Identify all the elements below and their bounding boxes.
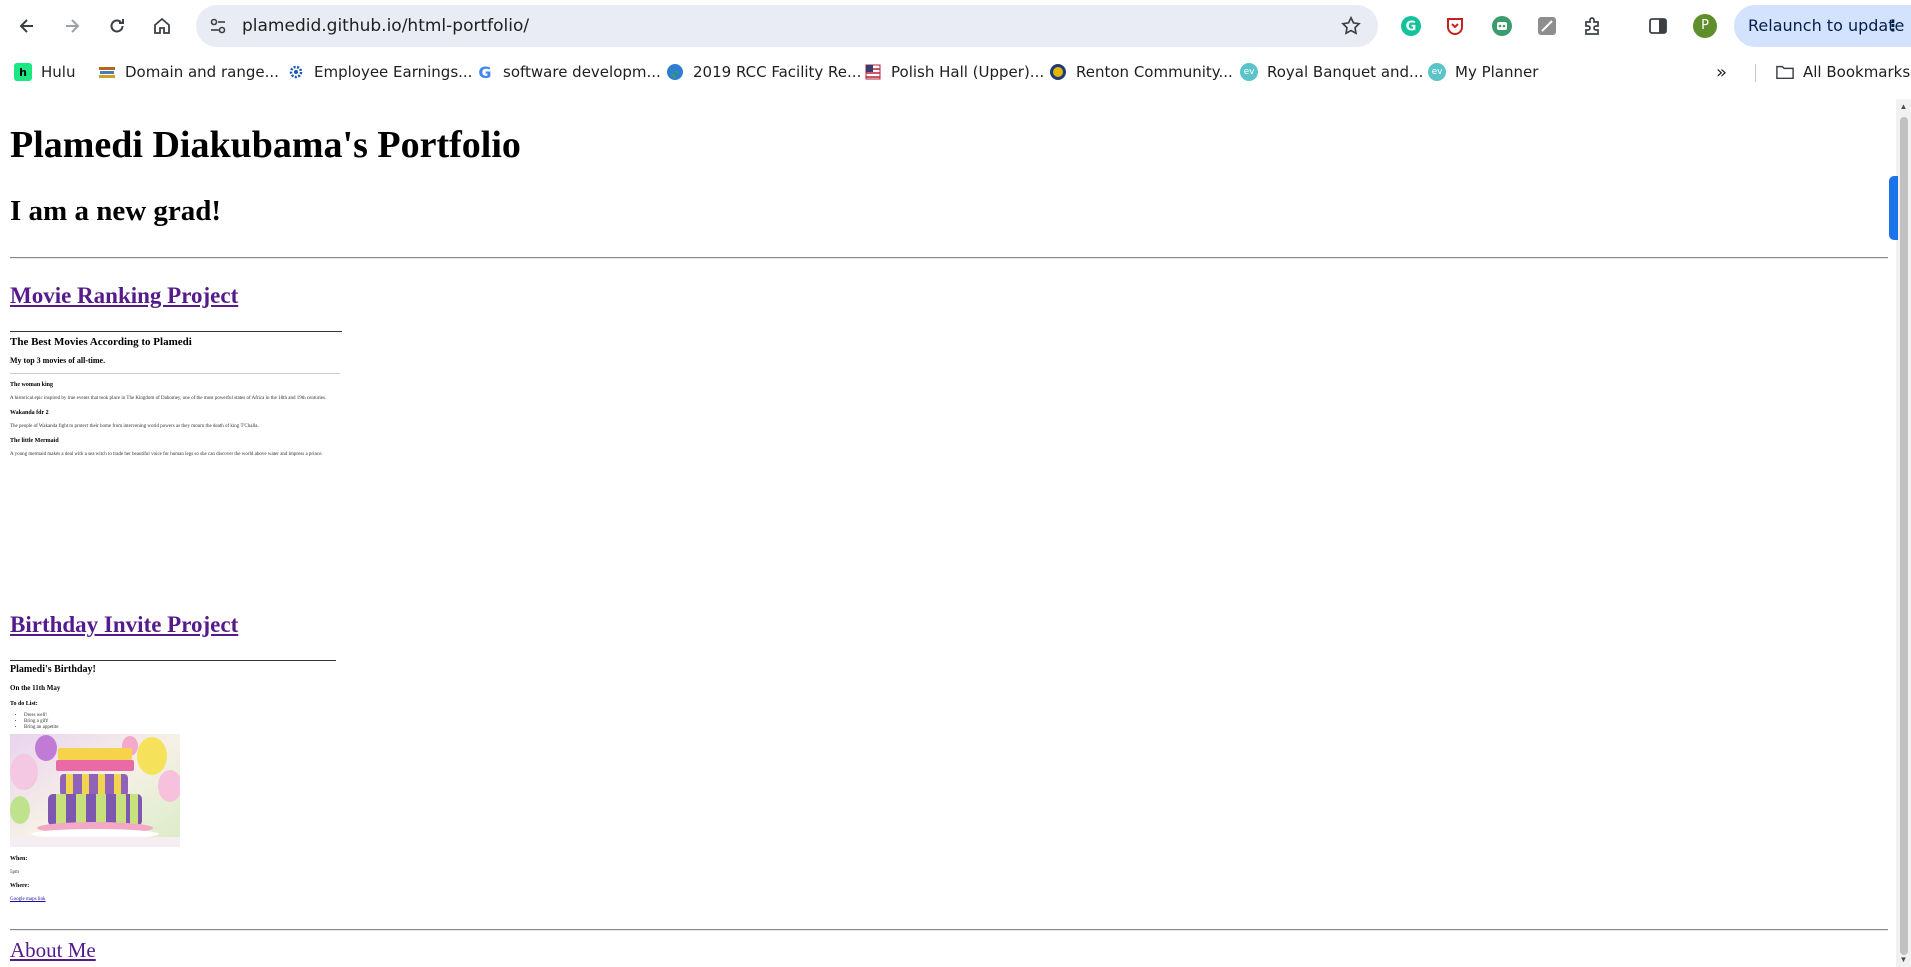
address-bar[interactable]: plamedid.github.io/html-portfolio/: [196, 5, 1378, 47]
birthday-invite-preview[interactable]: Plamedi's Birthday! On the 11th May To d…: [10, 660, 336, 932]
back-arrow-icon: [19, 19, 33, 33]
bookmarks-bar: h Hulu Domain and range... Employee Earn…: [0, 56, 1911, 88]
bookmark-label: Renton Community...: [1076, 63, 1233, 81]
divider: [10, 257, 1888, 259]
page-subtitle: I am a new grad!: [10, 195, 222, 227]
birthday-heading: Plamedi's Birthday!: [10, 664, 96, 675]
movie-preview-heading: The Best Movies According to Plamedi: [10, 336, 192, 348]
more-bookmarks-chevron-icon[interactable]: »: [1716, 60, 1727, 84]
bookmark-label: Polish Hall (Upper)...: [891, 63, 1045, 81]
gear-icon: [287, 63, 305, 81]
robot-extension-icon[interactable]: [1489, 13, 1515, 39]
bookmark-domain-range[interactable]: Domain and range...: [98, 60, 279, 84]
bookmark-label: Royal Banquet and...: [1267, 63, 1424, 81]
all-bookmarks-button[interactable]: All Bookmarks: [1776, 60, 1910, 84]
movie-description: A historical epic inspired by true event…: [10, 396, 327, 401]
notes-extension-icon[interactable]: [1534, 13, 1560, 39]
side-panel-tab[interactable]: [1889, 176, 1898, 240]
birthday-cake-image: [10, 734, 180, 847]
browser-toolbar: plamedid.github.io/html-portfolio/ G P R…: [0, 0, 1911, 52]
more-menu-icon[interactable]: ⋮: [1885, 5, 1901, 47]
preview-divider: [10, 660, 336, 661]
birthday-invite-project-link[interactable]: Birthday Invite Project: [10, 612, 238, 638]
ev-icon: ev: [1240, 63, 1258, 81]
profile-avatar[interactable]: P: [1692, 13, 1718, 39]
movie-description: The people of Wakanda fight to protect t…: [10, 424, 259, 429]
where-label: Where:: [10, 883, 30, 889]
bookmark-software-development[interactable]: G software developm...: [476, 60, 661, 84]
bookmark-label: 2019 RCC Facility Re...: [693, 63, 862, 81]
bookmark-star-icon[interactable]: [1340, 15, 1362, 37]
svg-text:G: G: [1406, 20, 1417, 35]
birthday-date: On the 11th May: [10, 684, 61, 692]
grammarly-icon[interactable]: G: [1398, 13, 1424, 39]
site-info-icon[interactable]: [206, 14, 230, 38]
movie-ranking-project-link[interactable]: Movie Ranking Project: [10, 283, 238, 309]
bookmark-label: Domain and range...: [125, 63, 279, 81]
seal-icon: [1049, 63, 1067, 81]
preview-divider: [10, 331, 342, 332]
bookmark-label: software developm...: [503, 63, 661, 81]
bookmark-employee-earnings[interactable]: Employee Earnings...: [287, 60, 472, 84]
about-me-link[interactable]: About Me: [10, 938, 96, 963]
scroll-up-arrow-icon[interactable]: ▲: [1899, 102, 1908, 111]
movie-preview-subheading: My top 3 movies of all-time.: [10, 356, 106, 365]
google-maps-link[interactable]: Google maps link: [10, 896, 336, 903]
bookmark-hulu[interactable]: h Hulu: [14, 60, 75, 84]
side-panel-icon[interactable]: [1645, 13, 1671, 39]
hulu-icon: h: [14, 63, 32, 81]
books-icon: [98, 63, 116, 81]
reload-button[interactable]: [101, 10, 133, 42]
movie-title: The little Mermaid: [10, 438, 59, 444]
relaunch-button[interactable]: Relaunch to update ⋮: [1734, 5, 1911, 47]
flag-icon: [864, 63, 882, 81]
all-bookmarks-label: All Bookmarks: [1803, 63, 1911, 81]
browser-chrome: plamedid.github.io/html-portfolio/ G P R…: [0, 0, 1911, 99]
bookmark-royal-banquet[interactable]: ev Royal Banquet and...: [1240, 60, 1423, 84]
relaunch-label: Relaunch to update: [1748, 16, 1905, 35]
scrollbar-thumb[interactable]: [1900, 117, 1908, 955]
when-label: When:: [10, 856, 28, 862]
preview-divider: [10, 373, 340, 374]
folder-icon: [1776, 63, 1794, 81]
shield-extension-icon[interactable]: [1442, 13, 1468, 39]
forward-button[interactable]: [56, 10, 88, 42]
home-button[interactable]: [146, 10, 178, 42]
reload-icon: [110, 19, 124, 33]
forward-arrow-icon: [66, 19, 80, 33]
when-value: 5pm: [10, 870, 19, 875]
profile-initial: P: [1701, 18, 1709, 33]
google-icon: G: [478, 62, 492, 82]
url-text[interactable]: plamedid.github.io/html-portfolio/: [242, 5, 529, 47]
globe-icon: [666, 63, 684, 81]
back-button[interactable]: [11, 10, 43, 42]
bookmark-rcc-facility[interactable]: 2019 RCC Facility Re...: [666, 60, 861, 84]
bookmark-polish-hall[interactable]: Polish Hall (Upper)...: [864, 60, 1044, 84]
bookmarks-divider: [1755, 64, 1756, 82]
bookmark-label: Employee Earnings...: [314, 63, 473, 81]
page-scrollbar[interactable]: ▲ ▼: [1896, 99, 1911, 967]
divider: [10, 929, 1888, 931]
movie-title: Wakanda fdr 2: [10, 410, 49, 416]
todo-item: Bring an appetite: [24, 725, 336, 731]
bookmark-my-planner[interactable]: ev My Planner: [1428, 60, 1538, 84]
movie-description: A young mermaid makes a deal with a sea …: [10, 452, 323, 457]
bookmark-label: My Planner: [1455, 63, 1539, 81]
ev-icon: ev: [1428, 63, 1446, 81]
bookmark-label: Hulu: [41, 63, 76, 81]
todo-label: To do List:: [10, 701, 38, 707]
page-title: Plamedi Diakubama's Portfolio: [10, 124, 521, 166]
movie-title: The woman king: [10, 382, 54, 388]
todo-list: Dress well! Bring a gift! Bring an appet…: [10, 713, 336, 731]
bookmark-renton-community[interactable]: Renton Community...: [1049, 60, 1233, 84]
movie-ranking-preview[interactable]: The Best Movies According to Plamedi My …: [10, 331, 342, 571]
puzzle-extensions-icon[interactable]: [1580, 13, 1606, 39]
web-page: Plamedi Diakubama's Portfolio I am a new…: [0, 99, 1896, 967]
scroll-down-arrow-icon[interactable]: ▼: [1899, 955, 1908, 964]
home-icon: [154, 17, 170, 34]
